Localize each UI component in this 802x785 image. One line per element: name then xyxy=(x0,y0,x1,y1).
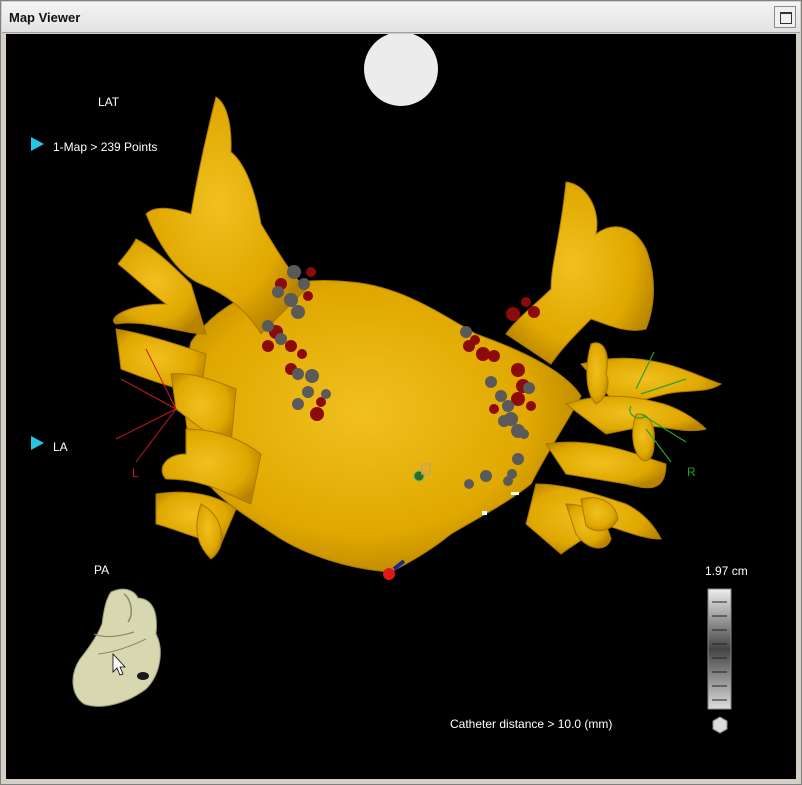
chamber-expand-arrow-icon[interactable] xyxy=(31,436,44,450)
light-source-icon xyxy=(364,34,438,106)
maximize-button[interactable] xyxy=(774,6,796,28)
window-title: Map Viewer xyxy=(9,10,81,25)
map-points-label[interactable]: 1-Map > 239 Points xyxy=(53,140,157,154)
reference-point-icon xyxy=(383,568,395,580)
chamber-label[interactable]: LA xyxy=(53,440,68,454)
map-type-label: LAT xyxy=(98,95,120,109)
title-bar[interactable]: Map Viewer xyxy=(2,2,800,33)
map-expand-arrow-icon[interactable] xyxy=(31,137,44,151)
maximize-icon xyxy=(780,12,792,24)
catheter-distance-label: Catheter distance > 10.0 (mm) xyxy=(450,717,613,731)
orientation-label: PA xyxy=(94,563,110,577)
map-viewport[interactable]: LAT 1-Map > 239 Points LA L R PA 1.97 cm… xyxy=(6,34,796,779)
distance-scale-bar xyxy=(707,588,732,710)
right-axis-label: R xyxy=(687,465,696,479)
left-axis-label: L xyxy=(132,466,139,480)
map-viewer-window: Map Viewer LAT 1-Map > 239 Points LA L R… xyxy=(0,0,802,785)
scale-handle-icon[interactable] xyxy=(712,716,728,734)
left-atrium-anatomy[interactable] xyxy=(113,96,723,573)
orientation-heart-icon[interactable] xyxy=(72,588,161,707)
scale-value: 1.97 cm xyxy=(705,564,748,578)
